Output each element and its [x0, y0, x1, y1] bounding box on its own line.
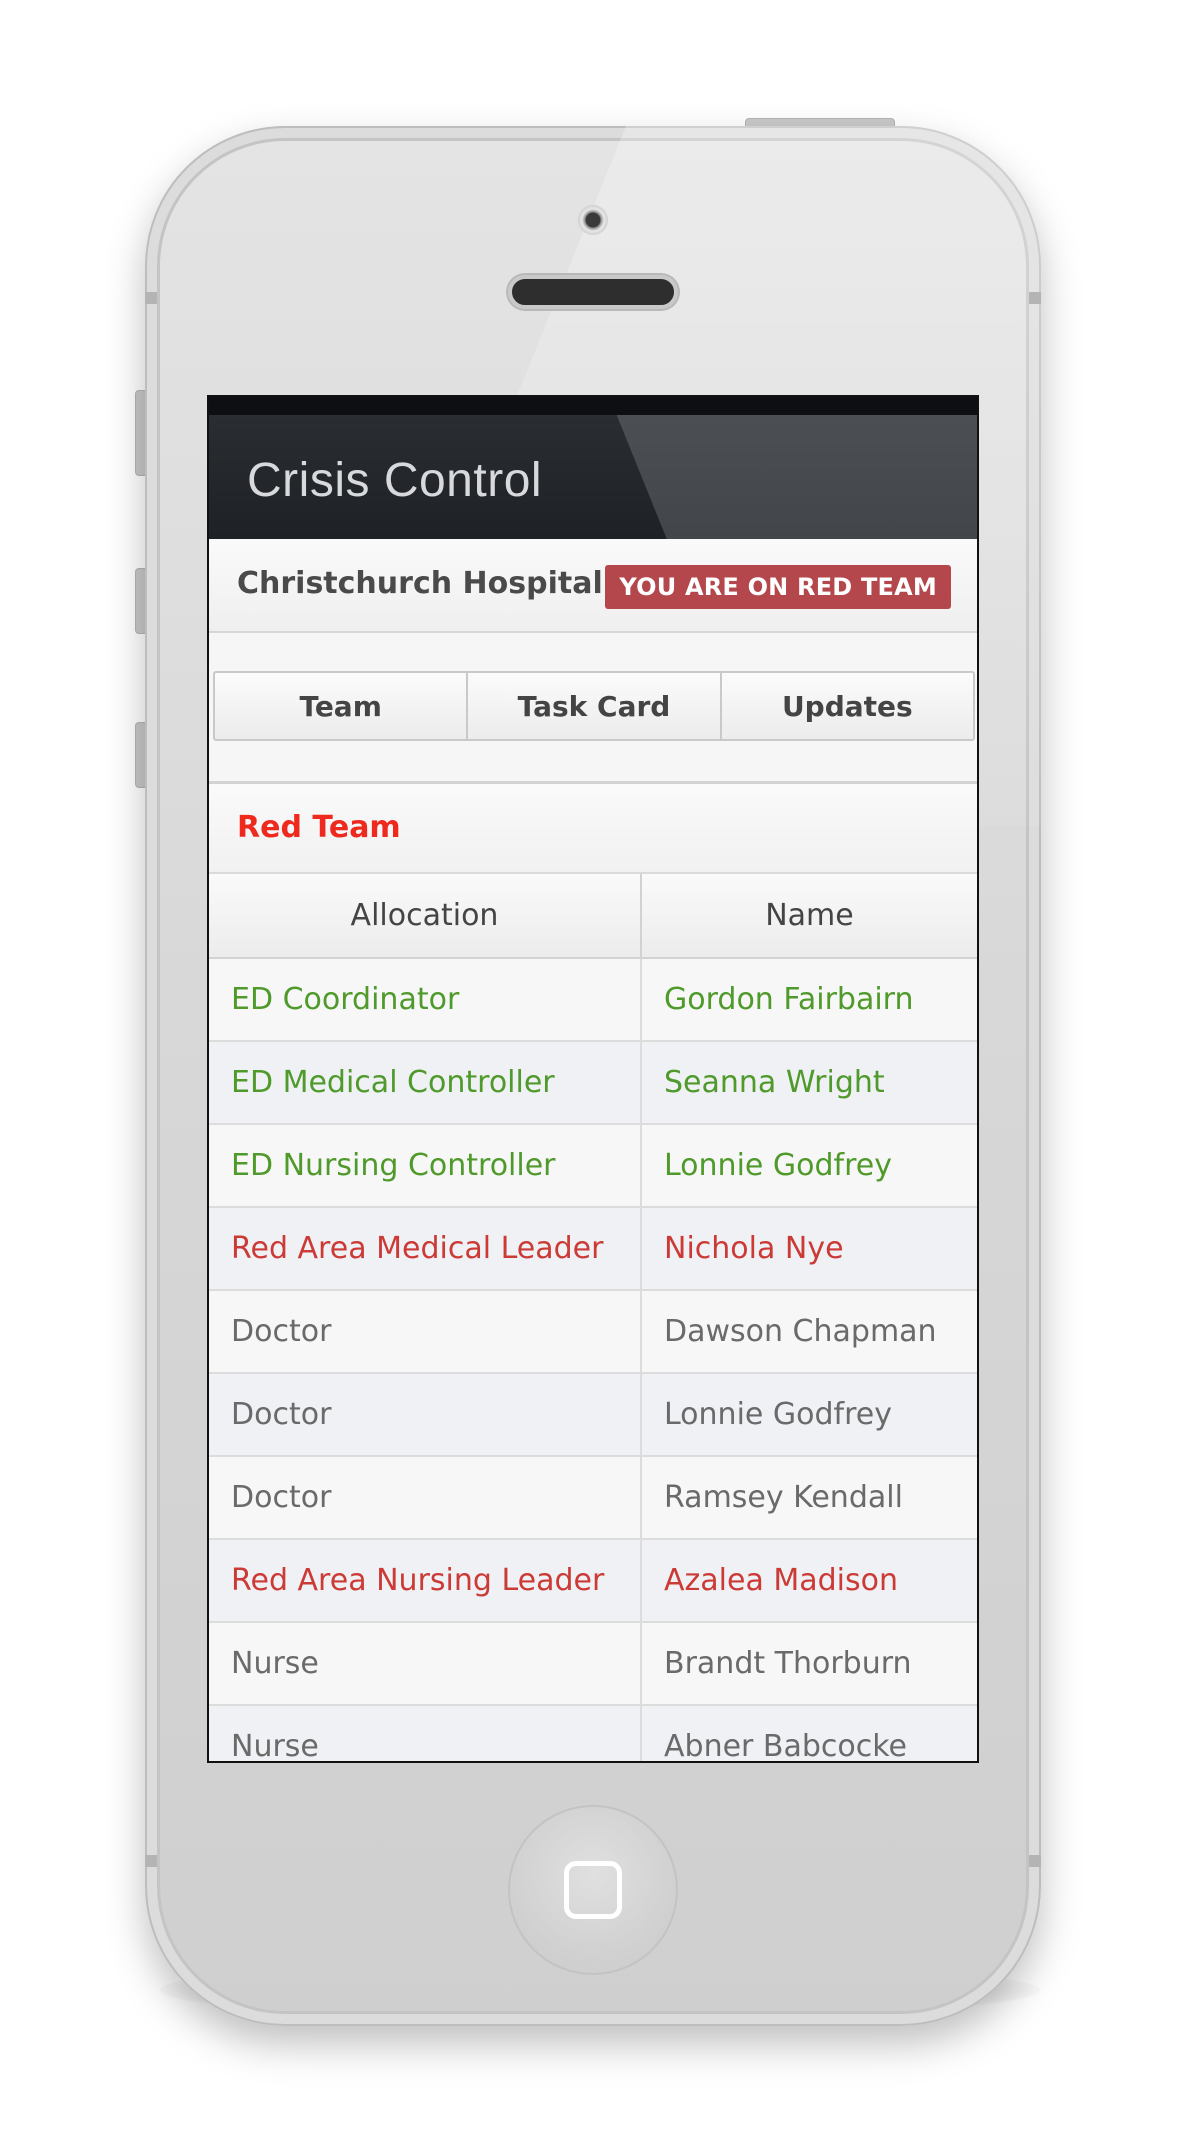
antenna-band — [1029, 292, 1041, 304]
team-heading: Red Team — [237, 810, 401, 845]
allocation-cell: ED Coordinator — [209, 958, 642, 1042]
column-header-allocation[interactable]: Allocation — [209, 874, 642, 959]
allocation-cell: Red Area Medical Leader — [209, 1207, 642, 1291]
table-row[interactable]: ED Medical Controller Seanna Wright — [209, 1041, 977, 1125]
tab-bar: Team Task Card Updates — [213, 671, 975, 741]
earpiece-speaker — [508, 275, 678, 309]
allocation-cell: ED Medical Controller — [209, 1041, 642, 1125]
team-roster-table: Allocation Name ED Coordinator Gordon Fai… — [209, 874, 977, 1761]
tab-bar-container: Team Task Card Updates — [209, 633, 977, 784]
phone-screen: Crisis Control Christchurch Hospital YOU… — [207, 395, 979, 1763]
column-header-name[interactable]: Name — [641, 874, 977, 959]
name-cell: Gordon Fairbairn — [641, 958, 977, 1042]
name-cell: Seanna Wright — [641, 1041, 977, 1125]
app-title: Crisis Control — [247, 454, 543, 507]
antenna-band — [1029, 1855, 1041, 1867]
table-row[interactable]: ED Coordinator Gordon Fairbairn — [209, 958, 977, 1042]
hospital-name: Christchurch Hospital — [237, 566, 603, 601]
allocation-cell: ED Nursing Controller — [209, 1124, 642, 1208]
table-row[interactable]: Nurse Abner Babcocke — [209, 1705, 977, 1761]
tab-updates[interactable]: Updates — [719, 671, 975, 741]
allocation-cell: Nurse — [209, 1705, 642, 1761]
table-header-row: Allocation Name — [209, 874, 977, 959]
team-heading-bar: Red Team — [209, 784, 977, 874]
allocation-cell: Red Area Nursing Leader — [209, 1539, 642, 1623]
allocation-cell: Doctor — [209, 1373, 642, 1457]
table-row[interactable]: Doctor Lonnie Godfrey — [209, 1373, 977, 1457]
name-cell: Brandt Thorburn — [641, 1622, 977, 1706]
hospital-bar: Christchurch Hospital YOU ARE ON RED TEA… — [209, 539, 977, 633]
allocation-cell: Doctor — [209, 1290, 642, 1374]
name-cell: Ramsey Kendall — [641, 1456, 977, 1540]
table-row[interactable]: Red Area Nursing Leader Azalea Madison — [209, 1539, 977, 1623]
name-cell: Lonnie Godfrey — [641, 1124, 977, 1208]
status-bar — [209, 397, 977, 415]
front-camera-icon — [578, 205, 608, 235]
table-row[interactable]: Doctor Ramsey Kendall — [209, 1456, 977, 1540]
antenna-band — [145, 1855, 157, 1867]
name-cell: Nichola Nye — [641, 1207, 977, 1291]
table-row[interactable]: Doctor Dawson Chapman — [209, 1290, 977, 1374]
home-square-icon — [564, 1861, 622, 1919]
table-row[interactable]: ED Nursing Controller Lonnie Godfrey — [209, 1124, 977, 1208]
antenna-band — [145, 292, 157, 304]
app-header: Crisis Control — [209, 415, 977, 539]
tab-task-card[interactable]: Task Card — [466, 671, 722, 741]
tab-team[interactable]: Team — [213, 671, 469, 741]
team-badge: YOU ARE ON RED TEAM — [605, 565, 951, 609]
name-cell: Lonnie Godfrey — [641, 1373, 977, 1457]
allocation-cell: Nurse — [209, 1622, 642, 1706]
table-row[interactable]: Nurse Brandt Thorburn — [209, 1622, 977, 1706]
home-button[interactable] — [508, 1805, 678, 1975]
name-cell: Dawson Chapman — [641, 1290, 977, 1374]
name-cell: Abner Babcocke — [641, 1705, 977, 1761]
allocation-cell: Doctor — [209, 1456, 642, 1540]
name-cell: Azalea Madison — [641, 1539, 977, 1623]
table-row[interactable]: Red Area Medical Leader Nichola Nye — [209, 1207, 977, 1291]
table-body: ED Coordinator Gordon Fairbairn ED Medical… — [209, 958, 977, 1761]
